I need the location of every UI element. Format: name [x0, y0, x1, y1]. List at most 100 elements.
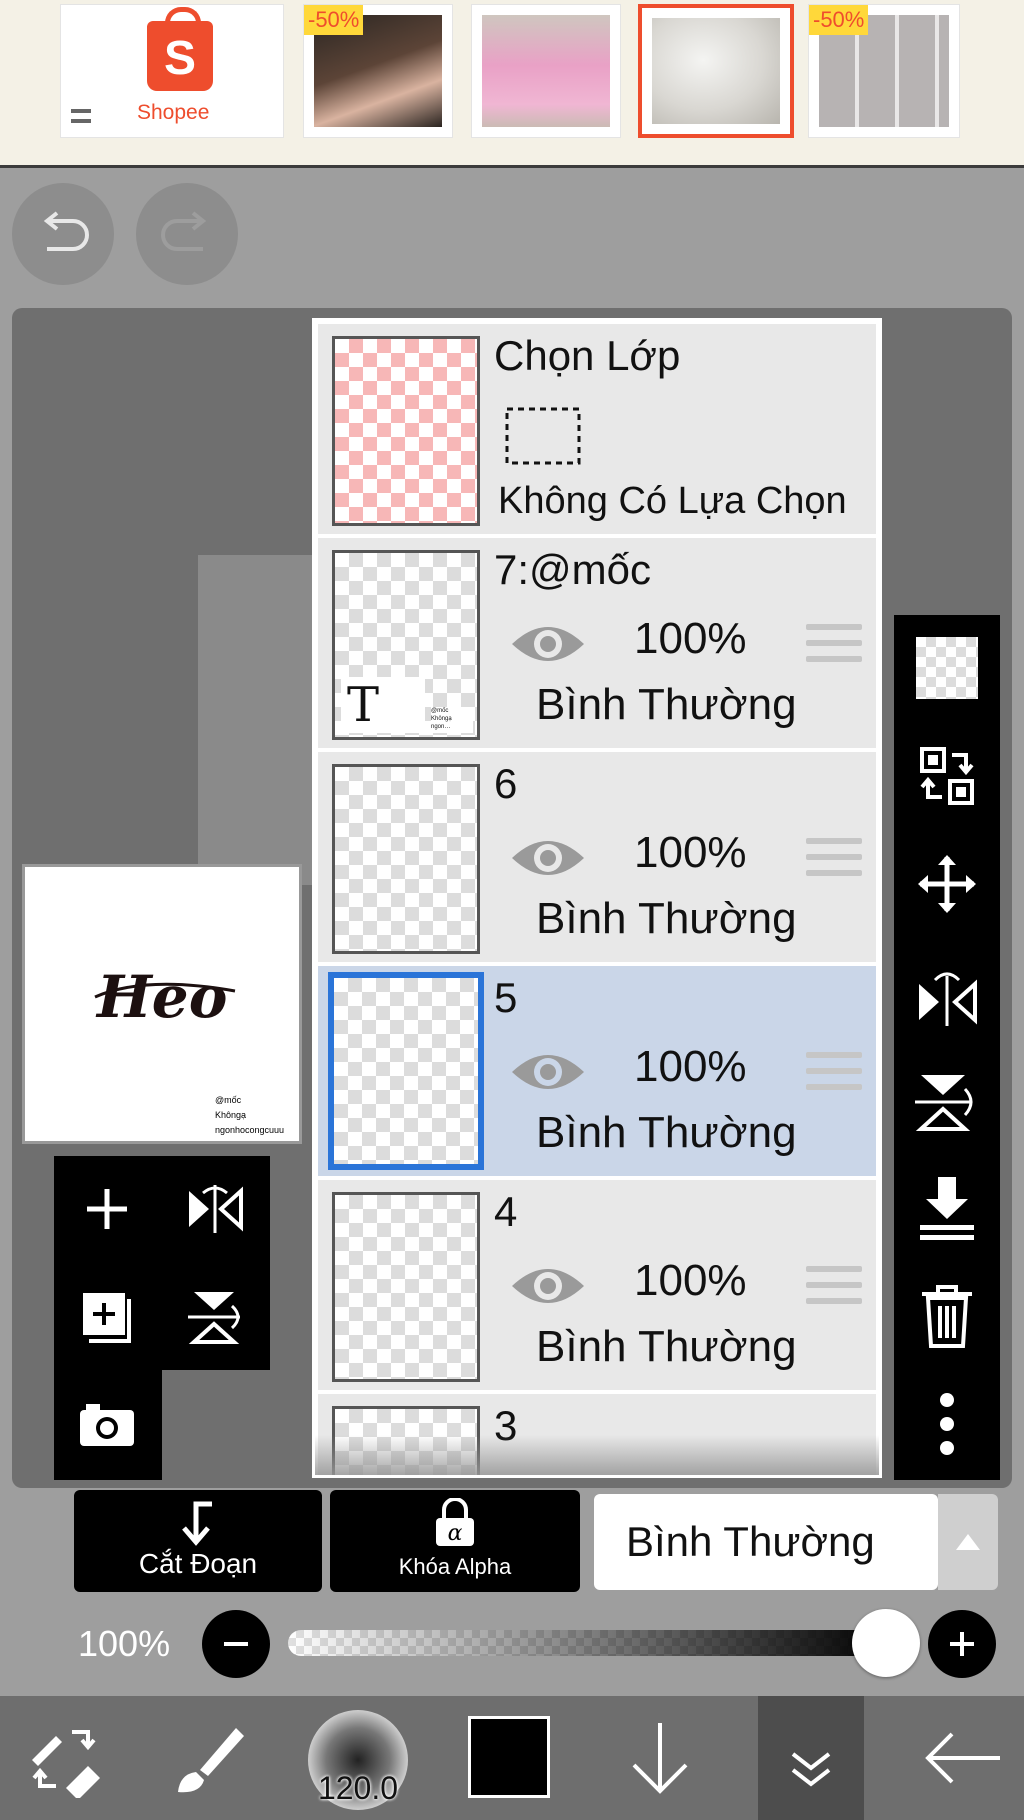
alpha-lock-button[interactable]: α Khóa Alpha — [330, 1490, 580, 1592]
swap-icon — [920, 747, 974, 805]
arrow-down-icon — [632, 1723, 688, 1794]
drag-handle-icon[interactable] — [806, 838, 862, 886]
transparent-fill-button[interactable] — [916, 637, 978, 699]
layer-panel[interactable]: Chọn Lớp Không Có Lựa Chọn T @mốc Khôngạ n… — [312, 318, 882, 1478]
back-button[interactable] — [900, 1696, 1024, 1820]
layer-row-selected[interactable]: 5 100% Bình Thường — [318, 966, 876, 1176]
plus-icon — [950, 1632, 974, 1656]
plus-icon — [87, 1189, 127, 1229]
layers-panel-button[interactable] — [758, 1696, 864, 1820]
swap-button[interactable] — [910, 739, 984, 813]
panel-scroll-fade — [315, 1435, 879, 1475]
alpha-lock-label: Khóa Alpha — [398, 1554, 512, 1579]
opacity-decrease-button[interactable] — [202, 1610, 270, 1678]
opacity-slider[interactable] — [288, 1630, 888, 1656]
add-layer-button[interactable] — [62, 1164, 152, 1254]
flip-horizontal-icon — [189, 1185, 243, 1233]
add-layer-copy-button[interactable] — [62, 1272, 152, 1362]
flip-vertical-layer-button[interactable] — [910, 1065, 984, 1139]
opacity-label: 100% — [78, 1623, 171, 1664]
more-options-button[interactable] — [910, 1387, 984, 1461]
lock-icon: α — [436, 1498, 474, 1546]
clipping-label: Cắt Đoạn — [138, 1548, 258, 1579]
layer-thumbnail: T @mốc Khôngạ ngon… — [332, 550, 480, 740]
drag-handle-icon[interactable] — [806, 1266, 862, 1314]
brush-icon — [178, 1728, 244, 1793]
ad-shopee-logo[interactable]: S Shopee — [60, 4, 284, 138]
ad-product-1[interactable]: -50% — [303, 4, 453, 138]
redo-icon — [161, 211, 207, 251]
svg-text:Heo: Heo — [95, 963, 227, 1031]
layer-row[interactable]: 4 100% Bình Thường — [318, 1180, 876, 1390]
layer-blend-mode: Bình Thường — [536, 1322, 797, 1371]
layer-name: 6 — [494, 760, 518, 807]
move-button[interactable] — [910, 847, 984, 921]
layer-name: 7:@mốc — [494, 546, 652, 593]
ad-product-3[interactable] — [638, 4, 794, 138]
clipping-arrow-icon — [182, 1501, 212, 1546]
clipping-button[interactable]: Cắt Đoạn — [74, 1490, 322, 1592]
layer-name: 4 — [494, 1188, 518, 1235]
bottom-toolbar: 120.0 — [0, 1696, 1024, 1820]
triangle-up-icon — [956, 1534, 980, 1550]
discount-badge: -50% — [809, 5, 869, 35]
blend-mode-dropdown-button[interactable] — [938, 1494, 998, 1590]
selection-marquee-icon — [505, 407, 581, 465]
brush-size-value: 120.0 — [317, 1770, 399, 1806]
redo-button[interactable] — [136, 183, 238, 285]
flip-horizontal-layer-button[interactable] — [910, 959, 984, 1033]
opacity-increase-button[interactable] — [928, 1610, 996, 1678]
layer-opacity: 100% — [634, 828, 747, 877]
flip-vertical-icon — [188, 1292, 240, 1344]
flip-vertical-button[interactable] — [170, 1272, 260, 1362]
import-photo-button[interactable] — [62, 1380, 152, 1470]
canvas-paper — [198, 555, 318, 885]
blend-mode-select[interactable]: Bình Thường — [594, 1494, 938, 1590]
brush-tool-button[interactable] — [160, 1696, 260, 1820]
shopee-brand-text: Shopee — [137, 101, 210, 124]
undo-button[interactable] — [12, 183, 114, 285]
eye-icon[interactable] — [508, 832, 588, 884]
ad-product-2[interactable] — [471, 4, 621, 138]
color-swatch[interactable] — [468, 1716, 550, 1798]
product-image — [482, 15, 610, 127]
move-icon — [918, 855, 976, 913]
layer-blend-mode: Bình Thường — [536, 680, 797, 729]
brush-eraser-swap-icon — [32, 1730, 100, 1798]
eye-icon[interactable] — [508, 618, 588, 670]
text-layer-icon: T — [341, 677, 425, 733]
more-vertical-icon — [940, 1393, 954, 1455]
minus-icon — [224, 1642, 248, 1646]
ad-banner[interactable]: S Shopee -50% -50% — [0, 0, 1024, 168]
trash-icon — [922, 1285, 972, 1348]
layer-row[interactable]: T @mốc Khôngạ ngon… 7:@mốc 100% Bình Thườn… — [318, 538, 876, 748]
layer-name: 5 — [494, 974, 518, 1021]
camera-icon — [80, 1404, 134, 1446]
tool-switch-button[interactable] — [14, 1696, 114, 1820]
eye-icon[interactable] — [508, 1046, 588, 1098]
layer-thumbnail — [328, 972, 484, 1170]
selection-layer-row[interactable]: Chọn Lớp Không Có Lựa Chọn — [318, 324, 876, 534]
move-layer-down-button[interactable] — [610, 1696, 710, 1820]
delete-layer-button[interactable] — [910, 1279, 984, 1353]
product-image — [652, 18, 780, 124]
layer-thumbnail — [332, 764, 480, 954]
layer-row[interactable]: 6 100% Bình Thường — [318, 752, 876, 962]
brush-size-indicator[interactable]: 120.0 — [308, 1710, 408, 1810]
selection-layer-title: Chọn Lớp — [494, 332, 681, 379]
canvas-preview[interactable]: Heo @mốc Khôngạ ngonhocongcuuu — [22, 864, 302, 1144]
watermark-text: @mốc Khôngạ ngonhocongcuuu — [215, 1095, 285, 1135]
drag-handle-icon[interactable] — [806, 1052, 862, 1100]
ad-product-4[interactable]: -50% — [808, 4, 960, 138]
add-layer-icon — [83, 1293, 131, 1343]
drag-handle-icon[interactable] — [806, 624, 862, 672]
merge-down-button[interactable] — [910, 1171, 984, 1245]
flip-horizontal-icon — [919, 972, 977, 1026]
opacity-slider-knob[interactable] — [852, 1609, 920, 1677]
layer-thumb-text: @mốc Khôngạ ngon… — [431, 707, 473, 733]
shopee-bag-icon: S — [147, 7, 213, 91]
eye-icon[interactable] — [508, 1260, 588, 1312]
layer-opacity: 100% — [634, 614, 747, 663]
layer-actions-bar — [894, 615, 1000, 1480]
flip-horizontal-button[interactable] — [170, 1164, 260, 1254]
